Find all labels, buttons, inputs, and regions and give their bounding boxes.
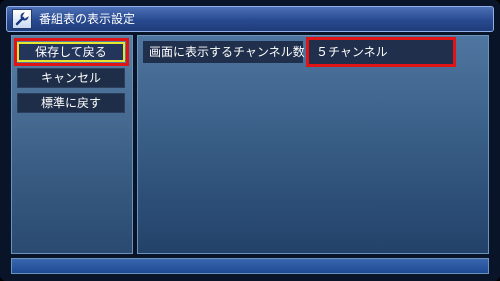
settings-panel: 画面に表示するチャンネル数 ５チャンネル [137,35,489,254]
app-window: 番組表の表示設定 保存して戻る キャンセル 標準に戻す 画面に表示するチャンネル… [0,0,500,281]
cancel-button[interactable]: キャンセル [17,68,125,88]
title-bar: 番組表の表示設定 [6,6,494,32]
action-menu-panel: 保存して戻る キャンセル 標準に戻す [11,35,133,254]
status-bar [11,258,489,274]
settings-icon [12,9,32,29]
reset-to-default-button[interactable]: 標準に戻す [17,93,125,113]
window-title: 番組表の表示設定 [39,12,136,26]
save-and-return-button[interactable]: 保存して戻る [17,42,125,62]
channel-count-label: 画面に表示するチャンネル数 [143,41,305,63]
channel-count-select[interactable]: ５チャンネル [308,40,453,64]
